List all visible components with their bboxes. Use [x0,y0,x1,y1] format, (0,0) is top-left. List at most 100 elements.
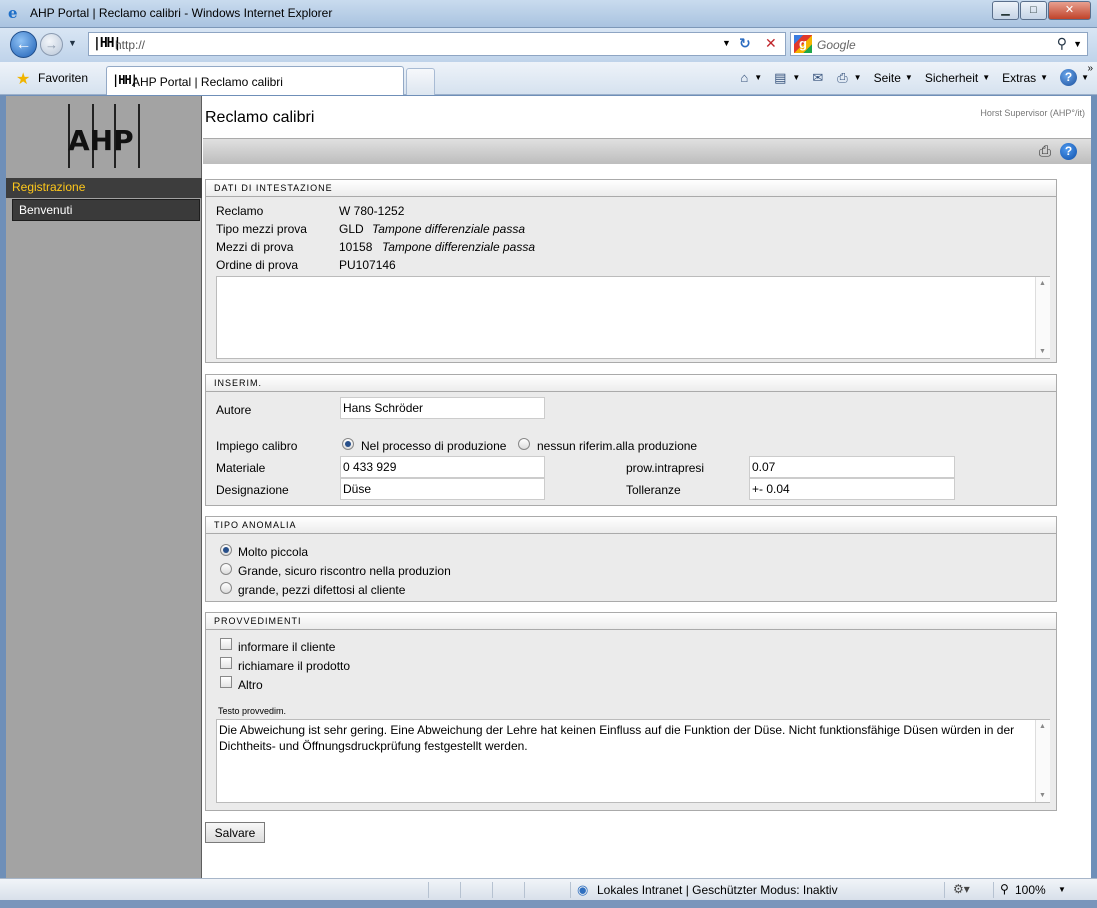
refresh-icon[interactable]: ↻ [739,35,751,52]
anomaly-small-radio[interactable] [220,544,232,556]
more-commands-icon[interactable]: » [1087,63,1093,74]
mail-button[interactable]: ✉ [812,70,825,86]
measures-textarea[interactable]: Die Abweichung ist sehr gering. Eine Abw… [216,719,1050,803]
other-label: Altro [238,678,263,692]
recall-product-label: richiamare il prodotto [238,659,351,673]
close-button[interactable]: ✕ [1048,1,1091,20]
designation-label: Designazione [216,483,289,497]
back-button[interactable]: ← [10,31,37,58]
search-options-dropdown-icon[interactable]: ▼ [1073,39,1082,49]
header-data-panel: DATI DI INTESTAZIONE Reclamo W 780-1252 … [205,179,1057,363]
extras-menu[interactable]: Extras ▼ [1002,71,1048,85]
header-notes-textarea[interactable] [216,276,1050,359]
address-dropdown-icon[interactable]: ▼ [722,38,731,48]
test-type-desc: Tampone differenziale passa [372,222,525,236]
sidebar-item-benvenuti[interactable]: Benvenuti [12,199,200,221]
tests-input[interactable] [749,456,955,478]
tolerance-input[interactable] [749,478,955,500]
feeds-button[interactable]: ▤ ▼ [774,70,800,86]
save-button[interactable]: Salvare [205,822,265,843]
inform-customer-checkbox[interactable] [220,638,232,650]
tests-label: prow.intrapresi [626,461,705,475]
field-label: Mezzi di prova [216,240,294,254]
test-order-code: PU107146 [339,258,396,272]
favorites-button[interactable]: Favoriten [38,71,88,85]
security-zone-text[interactable]: Lokales Intranet | Geschützter Modus: In… [597,883,838,897]
window-controls: ▁ □ ✕ [991,1,1091,20]
stop-icon[interactable]: ✕ [765,35,777,52]
page-title: Reclamo calibri [205,109,315,126]
notes-scrollbar[interactable]: ▲ ▼ [1035,277,1050,358]
help-button[interactable]: ? ▼ [1060,69,1089,86]
test-means-desc: Tampone differenziale passa [382,240,535,254]
anomaly-large-customer-label: grande, pezzi difettosi al cliente [238,583,406,597]
usage-no-production-label: nessun riferim.alla produzione [537,439,698,453]
usage-production-label: Nel processo di produzione [361,439,507,453]
help-icon[interactable]: ? [1060,143,1077,160]
home-button[interactable]: ⌂ ▼ [740,70,762,85]
zoom-level[interactable]: 100% [1015,883,1046,897]
google-icon: g [794,35,812,53]
usage-label: Impiego calibro [216,439,298,453]
field-label: Reclamo [216,204,264,218]
inform-customer-label: informare il cliente [238,640,336,654]
tab-title: AHP Portal | Reclamo calibri [132,75,283,89]
address-toolbar: ← → ▼ |ΗH| http:// ▼ ↻ ✕ g Google ⚲ ▼ [0,28,1097,62]
protected-mode-icon[interactable]: ⚙▾ [953,882,970,896]
reclamo-code: W 780-1252 [339,204,405,218]
command-bar: ⌂ ▼ ▤ ▼ ✉ ⎙ ▼ Seite ▼ Sicherheit ▼ Extras ▼ ? ▼ [728,69,1089,86]
current-user: Horst Supervisor (AHP°/it) [980,108,1085,118]
forward-button[interactable]: → [40,33,63,56]
favorites-bar: ★ Favoriten |ΗH| AHP Portal | Reclamo ca… [0,62,1097,95]
panel-title: DATI DI INTESTAZIONE [206,180,1056,197]
anomaly-large-customer-radio[interactable] [220,582,232,594]
sidebar: AHP Registrazione Benvenuti [6,96,202,878]
panel-title: TIPO ANOMALIA [206,517,1056,534]
material-input[interactable] [340,456,545,478]
measures-text-label: Testo provvedim. [218,706,287,716]
printer-icon: ⎙ [837,69,848,85]
address-field[interactable]: |ΗH| http:// ▼ ↻ ✕ [88,32,786,56]
recall-product-checkbox[interactable] [220,657,232,669]
anomaly-large-production-radio[interactable] [220,563,232,575]
page-menu[interactable]: Seite ▼ [874,71,913,85]
url-text[interactable]: http:// [115,38,145,52]
favorites-star-icon[interactable]: ★ [16,69,30,89]
recent-pages-dropdown-icon[interactable]: ▼ [68,38,77,48]
zoom-icon[interactable]: ⚲ [1000,882,1009,896]
measures-scrollbar[interactable]: ▲ ▼ [1035,720,1050,802]
panel-title: INSERIM. [206,375,1056,392]
main-content: Reclamo calibri Horst Supervisor (AHP°/i… [203,96,1091,878]
status-bar: ◉ Lokales Intranet | Geschützter Modus: … [0,878,1097,900]
panel-title: PROVVEDIMENTI [206,613,1056,630]
search-placeholder[interactable]: Google [817,38,856,52]
anomaly-large-production-label: Grande, sicuro riscontro nella produzion [238,564,451,578]
tolerance-label: Tolleranze [626,483,681,497]
insert-panel: INSERIM. Autore Impiego calibro Nel proc… [205,374,1057,506]
window-title: AHP Portal | Reclamo calibri - Windows I… [30,6,333,20]
usage-production-radio[interactable] [342,438,354,450]
anomaly-type-panel: TIPO ANOMALIA Molto piccola Grande, sicu… [205,516,1057,602]
other-checkbox[interactable] [220,676,232,688]
print-icon[interactable]: ⎙ [1039,143,1051,160]
zoom-dropdown-icon[interactable]: ▼ [1058,885,1066,894]
designation-input[interactable] [340,478,545,500]
measures-panel: PROVVEDIMENTI informare il cliente richi… [205,612,1057,811]
new-tab-button[interactable] [406,68,435,95]
print-button[interactable]: ⎙ ▼ [837,70,861,86]
security-menu[interactable]: Sicherheit ▼ [925,71,990,85]
window-frame-bottom [0,900,1097,908]
author-input[interactable] [340,397,545,419]
usage-no-production-radio[interactable] [518,438,530,450]
title-bar: e AHP Portal | Reclamo calibri - Windows… [0,0,1097,28]
sidebar-section-registrazione[interactable]: Registrazione [6,178,202,198]
search-field[interactable]: g Google ⚲ ▼ [790,32,1088,56]
field-label: Ordine di prova [216,258,299,272]
tab-ahp-portal[interactable]: |ΗH| AHP Portal | Reclamo calibri [106,66,404,95]
minimize-button[interactable]: ▁ [992,1,1019,20]
search-icon[interactable]: ⚲ [1057,35,1067,52]
home-icon: ⌂ [740,70,749,85]
maximize-button[interactable]: □ [1020,1,1047,20]
page-viewport: AHP Registrazione Benvenuti Reclamo cali… [6,96,1091,878]
ahp-logo: AHP [6,96,202,176]
